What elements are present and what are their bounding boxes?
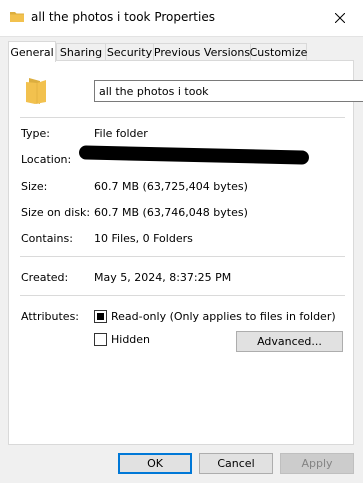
advanced-button[interactable]: Advanced... [236,331,343,352]
readonly-checkbox[interactable] [94,310,107,323]
size-on-disk-value: 60.7 MB (63,746,048 bytes) [94,206,248,219]
general-tab-panel: Type: File folder Location: Size: 60.7 M… [8,60,363,445]
hidden-label[interactable]: Hidden [111,333,150,346]
divider [20,295,345,296]
ok-button[interactable]: OK [118,453,192,474]
location-redaction [78,145,310,165]
contains-value: 10 Files, 0 Folders [94,232,193,245]
created-label: Created: [21,271,69,284]
type-value: File folder [94,127,148,140]
divider [20,117,345,118]
apply-button[interactable]: Apply [280,453,354,474]
type-label: Type: [21,127,50,140]
contains-label: Contains: [21,232,73,245]
cancel-button[interactable]: Cancel [199,453,273,474]
tab-security[interactable]: Security [105,43,154,60]
folder-icon [26,78,46,104]
size-value: 60.7 MB (63,725,404 bytes) [94,180,248,193]
tab-previous-versions[interactable]: Previous Versions [153,43,251,60]
attributes-label: Attributes: [21,310,80,323]
divider [20,256,345,257]
tab-strip: General Sharing Security Previous Versio… [8,41,355,62]
tab-customize[interactable]: Customize [250,43,307,60]
window-title: all the photos i took Properties [31,10,215,24]
created-value: May 5, 2024, 8:37:25 PM [94,271,232,284]
title-bar: all the photos i took Properties [0,0,363,37]
close-icon [335,13,345,23]
tab-sharing[interactable]: Sharing [56,43,106,60]
size-on-disk-label: Size on disk: [21,206,91,219]
folder-name-input[interactable] [94,80,363,102]
location-label: Location: [21,153,72,166]
hidden-checkbox[interactable] [94,333,107,346]
size-label: Size: [21,180,48,193]
folder-icon [10,12,24,22]
readonly-label[interactable]: Read-only (Only applies to files in fold… [111,310,336,323]
close-button[interactable] [317,0,363,36]
tab-general[interactable]: General [8,41,56,62]
